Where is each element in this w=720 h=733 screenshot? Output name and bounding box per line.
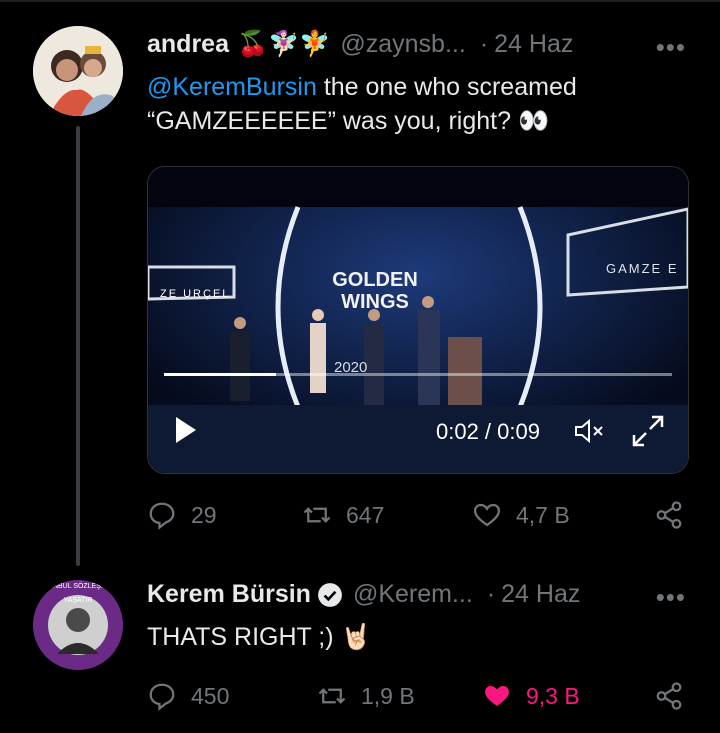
retweet-count: 1,9 B — [361, 682, 415, 709]
reply-button[interactable]: 29 — [147, 500, 217, 530]
reply-icon — [149, 502, 175, 530]
video-scrubber[interactable] — [164, 373, 672, 376]
tweet-actions: 29 647 4,7 B — [147, 498, 692, 532]
event-logo: GOLDEN WINGS — [332, 269, 418, 313]
mention-link[interactable]: @KeremBursin — [147, 73, 317, 101]
name-emoji: 🍒🧚🏻‍♀️🧚 — [236, 30, 331, 58]
like-button[interactable]: 4,7 B — [472, 500, 570, 530]
thread-connector — [76, 126, 80, 566]
reply-count: 29 — [191, 501, 217, 528]
retweet-button[interactable]: 1,9 B — [317, 681, 415, 711]
mute-icon[interactable] — [572, 417, 606, 445]
handle[interactable]: @Kerem... — [353, 580, 473, 609]
tweet-header: Kerem Bürsin @Kerem... · 24 Haz — [147, 580, 580, 609]
reply-icon — [149, 683, 175, 711]
avatar[interactable] — [33, 26, 123, 116]
tweet-text: THATS RIGHT ;) 🤘🏻 — [147, 623, 372, 651]
like-count: 4,7 B — [516, 501, 570, 528]
tweet-text-line1: the one who screamed — [316, 73, 577, 101]
play-icon[interactable] — [176, 417, 196, 443]
heart-icon — [485, 686, 509, 706]
stage-sign-left: ZE URÇEL — [160, 288, 231, 300]
tweet-header: andrea 🍒🧚🏻‍♀️🧚 @zaynsb... · 24 Haz — [147, 30, 573, 59]
video-player[interactable]: ZE URÇEL GAMZE E GOLDEN WINGS 2020 0:02 … — [147, 166, 689, 474]
video-time: 0:02 / 0:09 — [436, 419, 540, 444]
tweet-actions: 450 1,9 B 9,3 B — [147, 679, 692, 713]
retweet-button[interactable]: 647 — [302, 500, 384, 530]
share-button[interactable] — [654, 681, 684, 711]
stage-sign-right: GAMZE E — [606, 261, 679, 276]
like-count: 9,3 B — [526, 682, 580, 709]
top-divider — [0, 0, 720, 2]
display-name[interactable]: andrea — [147, 30, 229, 59]
share-icon — [656, 682, 682, 710]
avatar-photo — [33, 26, 123, 116]
share-icon — [656, 501, 682, 529]
like-button[interactable]: 9,3 B — [482, 681, 580, 711]
video-frame — [148, 167, 688, 473]
video-progress — [164, 373, 276, 376]
separator: · — [479, 30, 489, 58]
heart-icon — [473, 503, 501, 527]
retweet-icon — [303, 507, 331, 523]
avatar-ring-text: İSTANBUL SÖZLEŞMESİ YAŞATIR — [37, 583, 119, 604]
fullscreen-icon[interactable] — [630, 413, 666, 449]
display-name[interactable]: Kerem Bürsin — [147, 580, 311, 609]
tweet-text: @KeremBursin the one who screamed “GAMZE… — [147, 70, 577, 138]
retweet-icon — [318, 688, 346, 704]
reply-count: 450 — [191, 682, 230, 709]
verified-badge-icon — [318, 582, 342, 607]
retweet-count: 647 — [346, 501, 385, 528]
share-button[interactable] — [654, 500, 684, 530]
tweet-date[interactable]: 24 Haz — [494, 30, 573, 59]
more-options-icon[interactable]: ••• — [656, 582, 686, 613]
handle[interactable]: @zaynsb... — [340, 30, 465, 59]
avatar[interactable]: İSTANBUL SÖZLEŞMESİ YAŞATIR — [33, 580, 123, 670]
reply-button[interactable]: 450 — [147, 681, 229, 711]
separator: · — [486, 580, 496, 608]
tweet-date[interactable]: 24 Haz — [501, 580, 580, 609]
tweet-text-line2: “GAMZEEEEEE” was you, right? 👀 — [147, 107, 550, 135]
more-options-icon[interactable]: ••• — [656, 32, 686, 63]
